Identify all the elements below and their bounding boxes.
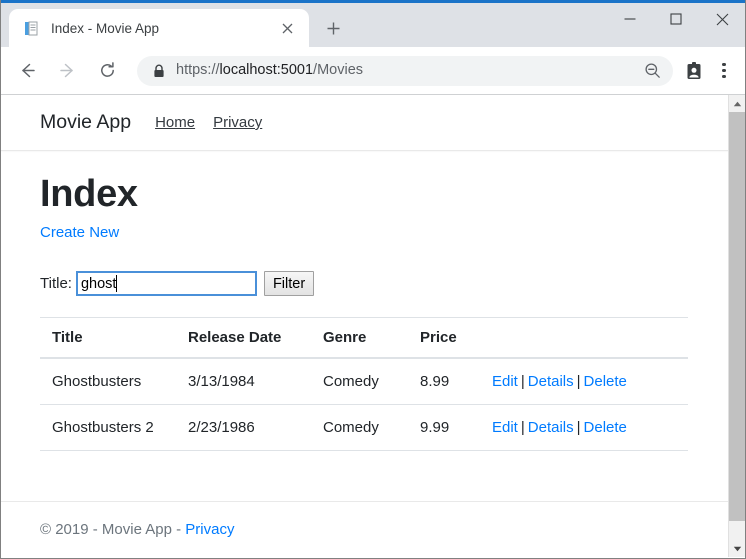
window-close-icon[interactable] bbox=[699, 3, 745, 35]
column-header-title: Title bbox=[40, 317, 188, 359]
page-viewport: Movie App Home Privacy Index Create New … bbox=[1, 95, 745, 557]
document-icon bbox=[23, 20, 40, 37]
footer-text: © 2019 - Movie App - Privacy bbox=[40, 521, 234, 538]
footer-copyright: © 2019 - Movie App - bbox=[40, 521, 186, 538]
window-controls bbox=[607, 3, 745, 35]
scroll-down-arrow-icon[interactable] bbox=[729, 540, 745, 557]
scrollbar-thumb[interactable] bbox=[729, 112, 745, 521]
url-text: https://localhost:5001/Movies bbox=[176, 63, 639, 78]
url-path: /Movies bbox=[313, 63, 364, 78]
edit-link[interactable]: Edit bbox=[492, 419, 518, 436]
movies-table-body: Ghostbusters 3/13/1984 Comedy 8.99 Edit |… bbox=[40, 358, 688, 451]
details-link[interactable]: Details bbox=[528, 373, 574, 390]
cell-price: 9.99 bbox=[420, 404, 492, 451]
site-footer: © 2019 - Movie App - Privacy bbox=[1, 501, 730, 557]
url-host: localhost:5001 bbox=[219, 63, 314, 78]
delete-link[interactable]: Delete bbox=[584, 419, 627, 436]
lock-icon[interactable] bbox=[153, 64, 165, 78]
text-caret bbox=[116, 275, 118, 292]
create-new-link[interactable]: Create New bbox=[40, 224, 119, 241]
nav-link-privacy[interactable]: Privacy bbox=[213, 114, 262, 131]
page-title: Index bbox=[40, 173, 138, 215]
back-arrow-icon[interactable] bbox=[11, 55, 43, 87]
filter-button[interactable]: Filter bbox=[263, 271, 315, 296]
page-container: Index Create New Title: ghost Filter Tit… bbox=[1, 151, 730, 451]
cell-title: Ghostbusters bbox=[40, 358, 188, 405]
minimize-icon[interactable] bbox=[607, 3, 653, 35]
title-search-input[interactable]: ghost bbox=[75, 271, 257, 296]
table-header-row: Title Release Date Genre Price bbox=[40, 317, 688, 359]
site-navbar: Movie App Home Privacy bbox=[1, 95, 730, 151]
title-filter-label: Title: bbox=[40, 275, 72, 292]
cell-release-date: 3/13/1984 bbox=[188, 358, 323, 405]
movies-table: Title Release Date Genre Price Ghostbust… bbox=[40, 317, 688, 451]
forward-arrow-icon[interactable] bbox=[51, 55, 83, 87]
vertical-scrollbar[interactable] bbox=[728, 95, 745, 557]
tab-strip: Index - Movie App bbox=[1, 3, 745, 47]
column-header-actions bbox=[492, 317, 688, 359]
cell-price: 8.99 bbox=[420, 358, 492, 405]
browser-toolbar: https://localhost:5001/Movies bbox=[1, 47, 745, 95]
table-row: Ghostbusters 3/13/1984 Comedy 8.99 Edit |… bbox=[40, 358, 688, 405]
zoom-out-icon[interactable] bbox=[639, 58, 665, 84]
title-search-input-value: ghost bbox=[80, 275, 117, 292]
scroll-up-arrow-icon[interactable] bbox=[729, 95, 745, 112]
reload-icon[interactable] bbox=[91, 55, 123, 87]
address-bar[interactable]: https://localhost:5001/Movies bbox=[137, 55, 673, 86]
web-page: Movie App Home Privacy Index Create New … bbox=[1, 95, 730, 557]
tab-title: Index - Movie App bbox=[51, 20, 160, 36]
cell-genre: Comedy bbox=[323, 358, 420, 405]
browser-window: Index - Movie App https://localhost:5001… bbox=[0, 0, 746, 559]
three-dot-menu-icon[interactable] bbox=[709, 55, 739, 87]
nav-link-home[interactable]: Home bbox=[155, 114, 195, 131]
site-brand[interactable]: Movie App bbox=[40, 111, 131, 134]
url-scheme: https:// bbox=[176, 63, 220, 78]
close-icon[interactable] bbox=[275, 16, 299, 40]
cell-actions: Edit | Details | Delete bbox=[492, 404, 688, 451]
column-header-genre: Genre bbox=[323, 317, 420, 359]
plus-icon[interactable] bbox=[317, 12, 349, 44]
action-separator: | bbox=[520, 419, 525, 436]
footer-privacy-link[interactable]: Privacy bbox=[185, 521, 234, 538]
profile-badge-icon[interactable] bbox=[679, 55, 709, 87]
cell-actions: Edit | Details | Delete bbox=[492, 358, 688, 405]
table-row: Ghostbusters 2 2/23/1986 Comedy 9.99 Edi… bbox=[40, 404, 688, 451]
cell-release-date: 2/23/1986 bbox=[188, 404, 323, 451]
browser-tab[interactable]: Index - Movie App bbox=[9, 9, 309, 47]
movies-table-head: Title Release Date Genre Price bbox=[40, 317, 688, 359]
column-header-price: Price bbox=[420, 317, 492, 359]
details-link[interactable]: Details bbox=[528, 419, 574, 436]
maximize-icon[interactable] bbox=[653, 3, 699, 35]
action-separator: | bbox=[576, 373, 581, 390]
edit-link[interactable]: Edit bbox=[492, 373, 518, 390]
filter-form: Title: ghost Filter bbox=[40, 271, 691, 296]
scrollbar-track[interactable] bbox=[729, 112, 745, 540]
cell-title: Ghostbusters 2 bbox=[40, 404, 188, 451]
action-separator: | bbox=[520, 373, 525, 390]
column-header-release-date: Release Date bbox=[188, 317, 323, 359]
delete-link[interactable]: Delete bbox=[584, 373, 627, 390]
cell-genre: Comedy bbox=[323, 404, 420, 451]
action-separator: | bbox=[576, 419, 581, 436]
